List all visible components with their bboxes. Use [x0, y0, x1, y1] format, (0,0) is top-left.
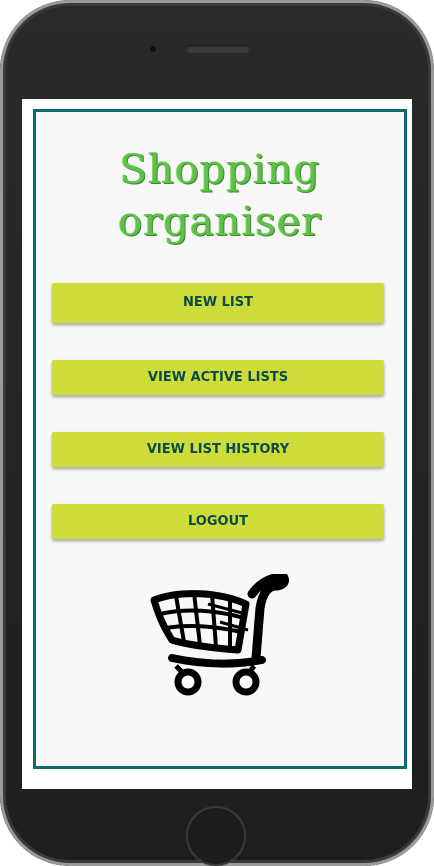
shopping-cart-icon [150, 574, 289, 696]
home-button[interactable] [186, 806, 246, 866]
view-list-history-button[interactable]: VIEW LIST HISTORY [52, 432, 384, 467]
view-active-lists-button[interactable]: VIEW ACTIVE LISTS [52, 360, 384, 395]
front-camera [148, 44, 158, 54]
content-frame: Shopping organiser NEW LIST VIEW ACTIVE … [33, 109, 407, 769]
logout-button[interactable]: LOGOUT [52, 504, 384, 539]
app-title-line1: Shopping [119, 147, 321, 193]
app-screen: Shopping organiser NEW LIST VIEW ACTIVE … [22, 99, 412, 789]
app-title-line2: organiser [118, 199, 322, 245]
new-list-button[interactable]: NEW LIST [52, 283, 384, 323]
app-title: Shopping organiser [36, 144, 404, 248]
phone-frame: Shopping organiser NEW LIST VIEW ACTIVE … [0, 0, 434, 866]
earpiece-speaker [186, 45, 250, 53]
